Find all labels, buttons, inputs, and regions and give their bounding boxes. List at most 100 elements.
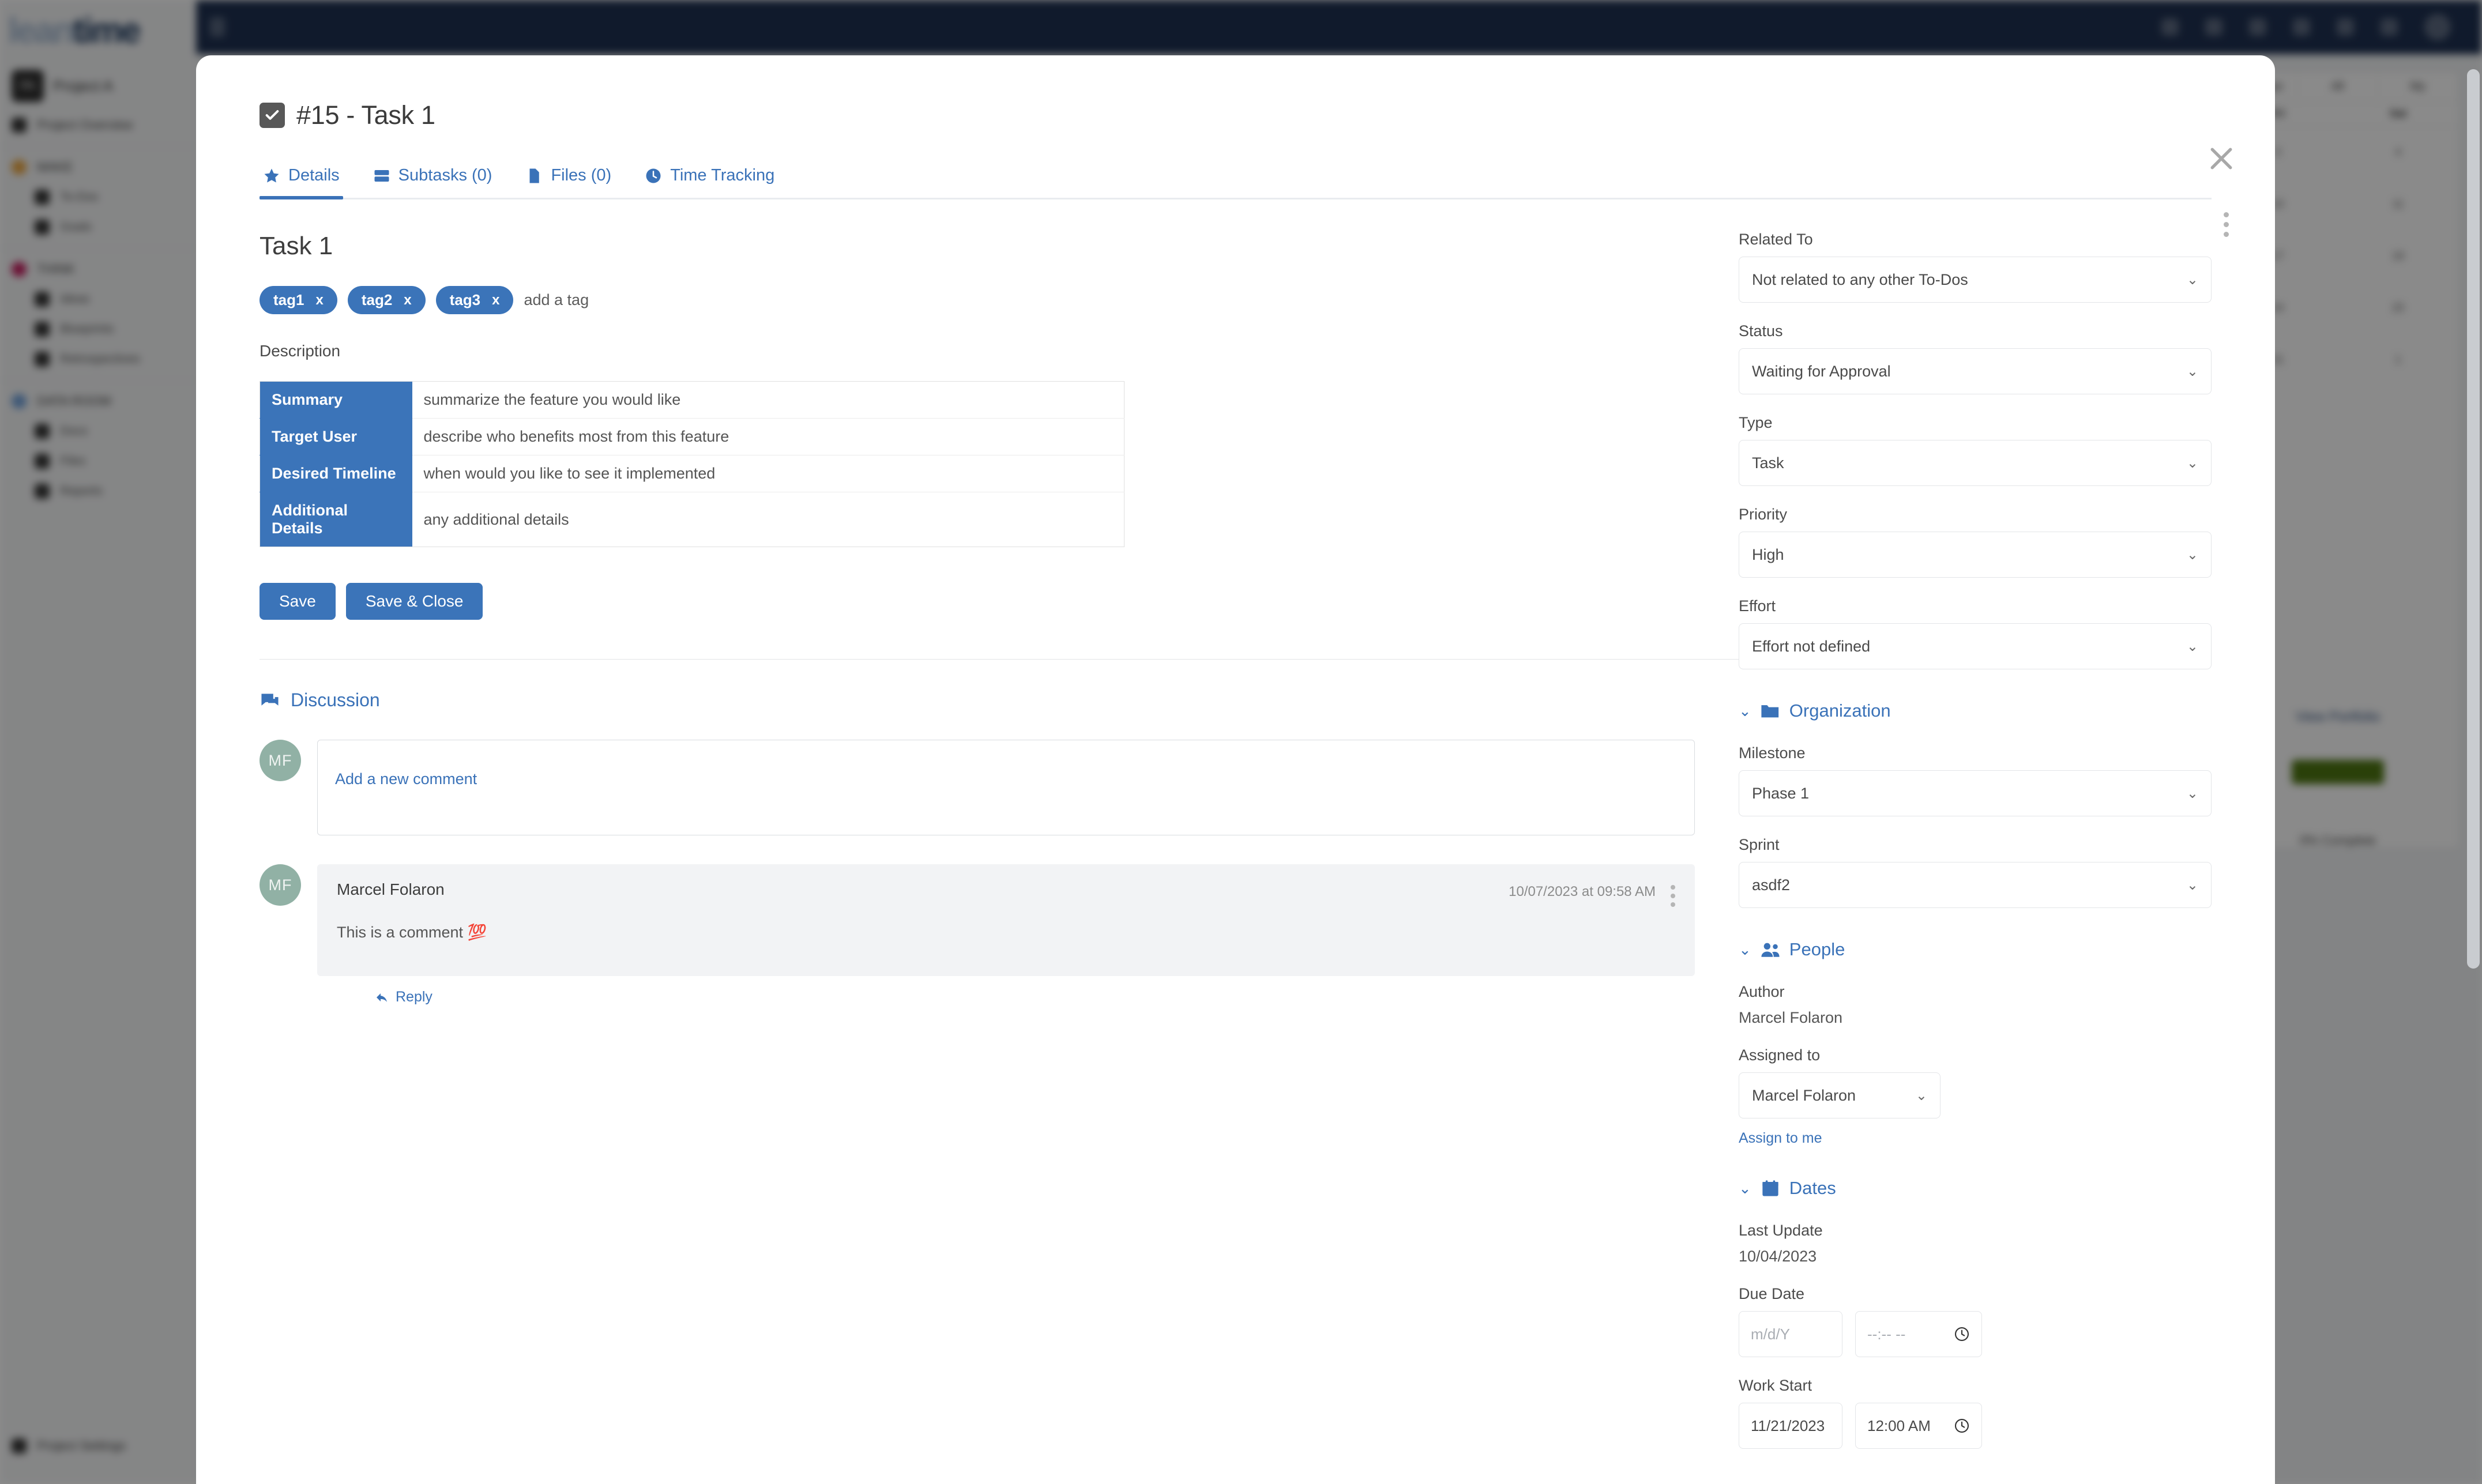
select-value: Not related to any other To-Dos [1752, 271, 1968, 289]
field-label: Related To [1739, 231, 2212, 248]
field-effort: Effort Effort not defined ⌄ [1739, 597, 2212, 669]
field-last-update: Last Update 10/04/2023 [1739, 1222, 2212, 1265]
status-select[interactable]: Waiting for Approval ⌄ [1739, 348, 2212, 394]
remove-tag-icon[interactable]: x [404, 292, 411, 308]
chevron-down-icon: ⌄ [1916, 1087, 1927, 1104]
field-label: Due Date [1739, 1285, 2212, 1303]
save-and-close-button[interactable]: Save & Close [346, 583, 483, 620]
save-button[interactable]: Save [260, 583, 336, 620]
new-comment-input[interactable]: Add a new comment [317, 740, 1695, 835]
table-row: Additional Details any additional detail… [260, 492, 1125, 547]
tag-chip[interactable]: tag2 x [348, 286, 426, 314]
modal-sidebar-column: Related To Not related to any other To-D… [1739, 199, 2212, 1468]
select-value: asdf2 [1752, 876, 1790, 894]
effort-select[interactable]: Effort not defined ⌄ [1739, 623, 2212, 669]
tab-label: Files (0) [551, 166, 611, 185]
table-value-cell[interactable]: when would you like to see it implemente… [412, 455, 1125, 492]
reply-button[interactable]: Reply [375, 989, 1695, 1005]
field-label: Milestone [1739, 744, 2212, 762]
avatar: MF [260, 740, 301, 781]
modal-header: #15 - Task 1 [260, 55, 2212, 130]
priority-select[interactable]: High ⌄ [1739, 532, 2212, 578]
field-type: Type Task ⌄ [1739, 414, 2212, 486]
section-label: Organization [1789, 700, 1891, 721]
field-assigned-to: Assigned to Marcel Folaron ⌄ Assign to m… [1739, 1046, 2212, 1147]
modal-tabs: Details Subtasks (0) Files (0) Time Trac… [260, 164, 2212, 199]
tab-files[interactable]: Files (0) [522, 164, 615, 198]
remove-tag-icon[interactable]: x [492, 292, 499, 308]
table-key-cell: Desired Timeline [260, 455, 412, 492]
table-value-cell[interactable]: summarize the feature you would like [412, 382, 1125, 419]
form-actions: Save Save & Close [260, 583, 1695, 620]
work-start-date-input[interactable]: 11/21/2023 [1739, 1403, 1842, 1449]
file-icon [525, 167, 543, 184]
clock-icon [1954, 1418, 1970, 1434]
assigned-to-select[interactable]: Marcel Folaron ⌄ [1739, 1072, 1941, 1118]
field-label: Last Update [1739, 1222, 2212, 1240]
sprint-select[interactable]: asdf2 ⌄ [1739, 862, 2212, 908]
table-key-cell: Additional Details [260, 492, 412, 547]
field-label: Type [1739, 414, 2212, 432]
field-due-date: Due Date m/d/Y --:-- -- [1739, 1285, 2212, 1357]
assign-to-me-link[interactable]: Assign to me [1739, 1130, 1822, 1147]
author-value: Marcel Folaron [1739, 1009, 2212, 1027]
add-tag-button[interactable]: add a tag [524, 291, 589, 309]
subtasks-icon [373, 167, 390, 184]
table-value-cell[interactable]: describe who benefits most from this fea… [412, 419, 1125, 455]
due-date-input[interactable]: m/d/Y [1739, 1311, 1842, 1357]
chevron-down-icon: ⌄ [2187, 272, 2198, 288]
field-author: Author Marcel Folaron [1739, 983, 2212, 1027]
field-label: Status [1739, 322, 2212, 340]
section-label: People [1789, 939, 1845, 960]
comment-author: Marcel Folaron [337, 880, 445, 899]
page-scrollbar[interactable] [2467, 69, 2480, 969]
chevron-down-icon: ⌄ [2187, 547, 2198, 563]
task-done-checkbox[interactable] [260, 103, 285, 128]
calendar-icon [1761, 1180, 1780, 1197]
field-label: Sprint [1739, 836, 2212, 854]
table-key-cell: Summary [260, 382, 412, 419]
table-row: Target User describe who benefits most f… [260, 419, 1125, 455]
table-row: Summary summarize the feature you would … [260, 382, 1125, 419]
field-priority: Priority High ⌄ [1739, 506, 2212, 578]
star-icon [263, 167, 280, 184]
section-dates[interactable]: ⌄ Dates [1739, 1178, 2212, 1199]
remove-tag-icon[interactable]: x [315, 292, 323, 308]
select-value: Effort not defined [1752, 638, 1870, 656]
section-organization[interactable]: ⌄ Organization [1739, 700, 2212, 721]
last-update-value: 10/04/2023 [1739, 1248, 2212, 1265]
tag-chip[interactable]: tag3 x [436, 286, 514, 314]
work-start-time-input[interactable]: 12:00 AM [1855, 1403, 1982, 1449]
chevron-down-icon: ⌄ [1739, 1180, 1751, 1197]
field-sprint: Sprint asdf2 ⌄ [1739, 836, 2212, 908]
comment-item: MF Marcel Folaron 10/07/2023 at 09:58 AM… [260, 864, 1695, 1005]
tab-label: Subtasks (0) [398, 166, 492, 185]
folder-icon [1761, 702, 1780, 720]
table-value-cell[interactable]: any additional details [412, 492, 1125, 547]
chevron-down-icon: ⌄ [2187, 877, 2198, 894]
comment-more-menu-icon[interactable] [1671, 880, 1675, 907]
related-to-select[interactable]: Not related to any other To-Dos ⌄ [1739, 257, 2212, 303]
select-value: Waiting for Approval [1752, 363, 1891, 381]
modal-more-menu-icon[interactable] [2224, 212, 2229, 237]
avatar: MF [260, 864, 301, 906]
field-status: Status Waiting for Approval ⌄ [1739, 322, 2212, 394]
due-time-input[interactable]: --:-- -- [1855, 1311, 1982, 1357]
tab-time-tracking[interactable]: Time Tracking [641, 164, 778, 198]
comment-text: This is a comment 💯 [337, 923, 1675, 941]
new-comment-row: MF Add a new comment [260, 740, 1695, 835]
reply-icon [375, 990, 389, 1004]
section-divider [260, 659, 1744, 660]
milestone-select[interactable]: Phase 1 ⌄ [1739, 770, 2212, 816]
section-people[interactable]: ⌄ People [1739, 939, 2212, 960]
field-related-to: Related To Not related to any other To-D… [1739, 231, 2212, 303]
people-icon [1761, 941, 1780, 958]
field-work-start: Work Start 11/21/2023 12:00 AM [1739, 1377, 2212, 1449]
type-select[interactable]: Task ⌄ [1739, 440, 2212, 486]
field-label: Work Start [1739, 1377, 2212, 1395]
tag-label: tag1 [273, 291, 304, 309]
select-value: Phase 1 [1752, 785, 1809, 803]
tab-details[interactable]: Details [260, 164, 343, 198]
tab-subtasks[interactable]: Subtasks (0) [370, 164, 496, 198]
tag-chip[interactable]: tag1 x [260, 286, 337, 314]
